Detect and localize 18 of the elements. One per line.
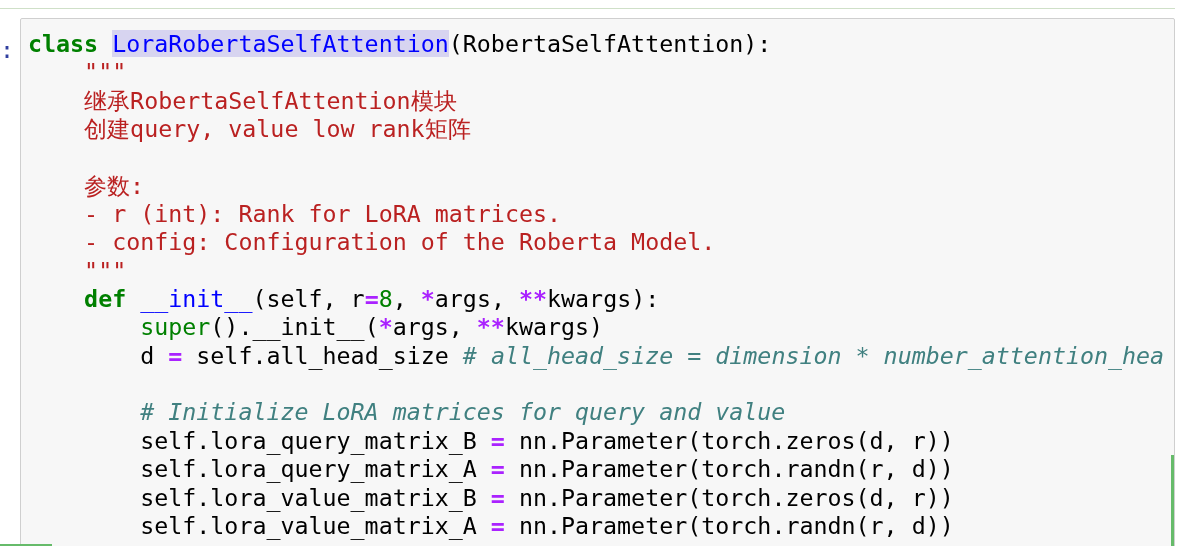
code-cell[interactable] xyxy=(20,18,1175,546)
code-line: self.lora_query_matrix_A = nn.Parameter(torch.randn(r, d)) xyxy=(139,455,954,484)
code-line: self.lora_value_matrix_B = nn.Parameter(torch.zeros(d, r)) xyxy=(139,483,954,512)
code-line: 参数: xyxy=(83,171,145,201)
code-line: super().__init__(*args, **kwargs) xyxy=(139,313,604,342)
code-line: self.lora_query_matrix_B = nn.Parameter(torch.zeros(d, r)) xyxy=(139,426,954,456)
code-line: """ xyxy=(83,58,127,87)
code-line: 继承RobertaSelfAttention模块 xyxy=(83,86,457,116)
code-line: """ xyxy=(83,256,127,286)
code-line: self.lora_value_matrix_A = nn.Parameter(torch.randn(r, d)) xyxy=(139,511,954,541)
code-line: class LoraRobertaSelfAttention(RobertaSelfAttention): xyxy=(28,30,772,59)
code-line: - config: Configuration of the Roberta Model. xyxy=(83,228,716,257)
code-line: 创建query, value low rank矩阵 xyxy=(83,115,471,144)
code-line: - r (int): Rank for LoRA matrices. xyxy=(83,200,561,229)
code-line: # Initialize LoRA matrices for query and value xyxy=(139,398,786,427)
code-line: d = self.all_head_size # all_head_size = dimension * number_attention_hea xyxy=(139,341,1165,371)
cell-prompt: : xyxy=(0,35,16,65)
code-line: def __init__(self, r=8, *args, **kwargs): xyxy=(83,285,660,314)
